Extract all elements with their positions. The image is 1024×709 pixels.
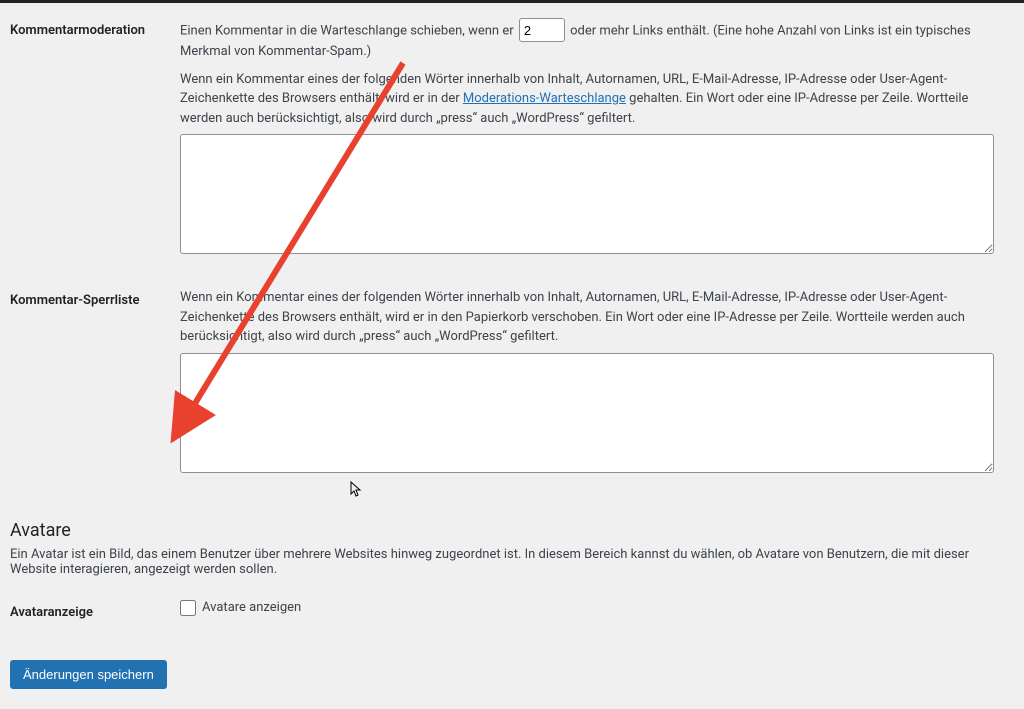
moderation-label: Kommentarmoderation bbox=[10, 3, 180, 273]
moderation-queue-line: Einen Kommentar in die Warteschlange sch… bbox=[180, 18, 994, 62]
show-avatars-checkbox[interactable] bbox=[180, 600, 196, 616]
blocklist-cell: Wenn ein Kommentar eines der folgenden W… bbox=[180, 273, 1004, 492]
avatars-table: Avataranzeige Avatare anzeigen bbox=[10, 585, 1004, 640]
show-avatars-label[interactable]: Avatare anzeigen bbox=[180, 600, 994, 616]
avatar-display-label: Avataranzeige bbox=[10, 585, 180, 640]
avatar-display-cell: Avatare anzeigen bbox=[180, 585, 1004, 640]
blocklist-label: Kommentar-Sperrliste bbox=[10, 273, 180, 492]
moderation-desc: Wenn ein Kommentar eines der folgenden W… bbox=[180, 70, 994, 129]
blocklist-desc: Wenn ein Kommentar eines der folgenden W… bbox=[180, 288, 994, 347]
show-avatars-text: Avatare anzeigen bbox=[202, 600, 301, 615]
form-table: Kommentarmoderation Einen Kommentar in d… bbox=[10, 3, 1004, 492]
moderation-keys-textarea[interactable] bbox=[180, 134, 994, 254]
avatars-section-title: Avatare bbox=[10, 520, 1004, 541]
blocklist-keys-textarea[interactable] bbox=[180, 353, 994, 473]
moderation-cell: Einen Kommentar in die Warteschlange sch… bbox=[180, 3, 1004, 273]
settings-content: Kommentarmoderation Einen Kommentar in d… bbox=[0, 3, 1024, 709]
mouse-cursor-icon bbox=[350, 481, 362, 501]
moderation-link-count-input[interactable] bbox=[519, 18, 565, 42]
moderation-queue-link[interactable]: Moderations-Warteschlange bbox=[463, 91, 626, 106]
save-changes-button[interactable]: Änderungen speichern bbox=[10, 660, 167, 689]
avatars-intro: Ein Avatar ist ein Bild, das einem Benut… bbox=[10, 547, 1004, 577]
moderation-queue-before: Einen Kommentar in die Warteschlange sch… bbox=[180, 24, 514, 39]
